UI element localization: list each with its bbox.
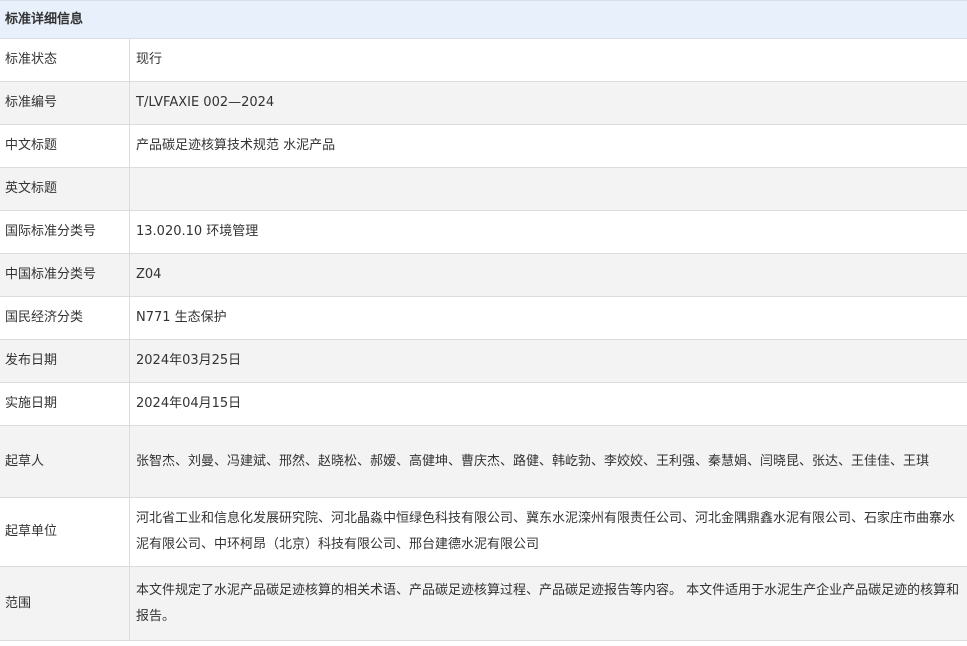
row-label: 范围 bbox=[0, 566, 130, 641]
table-row: 中文标题 产品碳足迹核算技术规范 水泥产品 bbox=[0, 124, 967, 168]
row-label: 国际标准分类号 bbox=[0, 210, 130, 254]
row-label: 英文标题 bbox=[0, 167, 130, 211]
row-value: N771 生态保护 bbox=[129, 296, 967, 340]
table-row: 国民经济分类 N771 生态保护 bbox=[0, 296, 967, 340]
row-value: 河北省工业和信息化发展研究院、河北晶淼中恒绿色科技有限公司、冀东水泥滦州有限责任… bbox=[129, 497, 967, 567]
row-value: Z04 bbox=[129, 253, 967, 297]
row-value: 2024年03月25日 bbox=[129, 339, 967, 383]
row-label: 标准状态 bbox=[0, 39, 130, 82]
table-row: 标准编号 T/LVFAXIE 002—2024 bbox=[0, 81, 967, 125]
table-row: 国际标准分类号 13.020.10 环境管理 bbox=[0, 210, 967, 254]
table-row: 起草人 张智杰、刘曼、冯建斌、邢然、赵晓松、郝嫒、高健坤、曹庆杰、路健、韩屹勃、… bbox=[0, 425, 967, 498]
row-label: 国民经济分类 bbox=[0, 296, 130, 340]
table-row: 起草单位 河北省工业和信息化发展研究院、河北晶淼中恒绿色科技有限公司、冀东水泥滦… bbox=[0, 497, 967, 567]
section-title: 标准详细信息 bbox=[5, 12, 84, 27]
table-row: 中国标准分类号 Z04 bbox=[0, 253, 967, 297]
row-label: 标准编号 bbox=[0, 81, 130, 125]
row-label: 实施日期 bbox=[0, 382, 130, 426]
row-label: 发布日期 bbox=[0, 339, 130, 383]
row-value: 13.020.10 环境管理 bbox=[129, 210, 967, 254]
row-value: 本文件规定了水泥产品碳足迹核算的相关术语、产品碳足迹核算过程、产品碳足迹报告等内… bbox=[129, 566, 967, 641]
table-row: 范围 本文件规定了水泥产品碳足迹核算的相关术语、产品碳足迹核算过程、产品碳足迹报… bbox=[0, 566, 967, 641]
row-value: 2024年04月15日 bbox=[129, 382, 967, 426]
section-header: 标准详细信息 bbox=[0, 0, 967, 39]
row-value: T/LVFAXIE 002—2024 bbox=[129, 81, 967, 125]
row-label: 中国标准分类号 bbox=[0, 253, 130, 297]
row-value: 张智杰、刘曼、冯建斌、邢然、赵晓松、郝嫒、高健坤、曹庆杰、路健、韩屹勃、李姣姣、… bbox=[129, 425, 967, 498]
detail-table: 标准状态 现行 标准编号 T/LVFAXIE 002—2024 中文标题 产品碳… bbox=[0, 39, 967, 641]
table-row: 发布日期 2024年03月25日 bbox=[0, 339, 967, 383]
table-row: 实施日期 2024年04月15日 bbox=[0, 382, 967, 426]
table-row: 英文标题 bbox=[0, 167, 967, 211]
row-value: 现行 bbox=[129, 39, 967, 82]
row-label: 起草人 bbox=[0, 425, 130, 498]
row-value bbox=[129, 167, 967, 211]
row-label: 起草单位 bbox=[0, 497, 130, 567]
row-label: 中文标题 bbox=[0, 124, 130, 168]
row-value: 产品碳足迹核算技术规范 水泥产品 bbox=[129, 124, 967, 168]
table-row: 标准状态 现行 bbox=[0, 39, 967, 82]
